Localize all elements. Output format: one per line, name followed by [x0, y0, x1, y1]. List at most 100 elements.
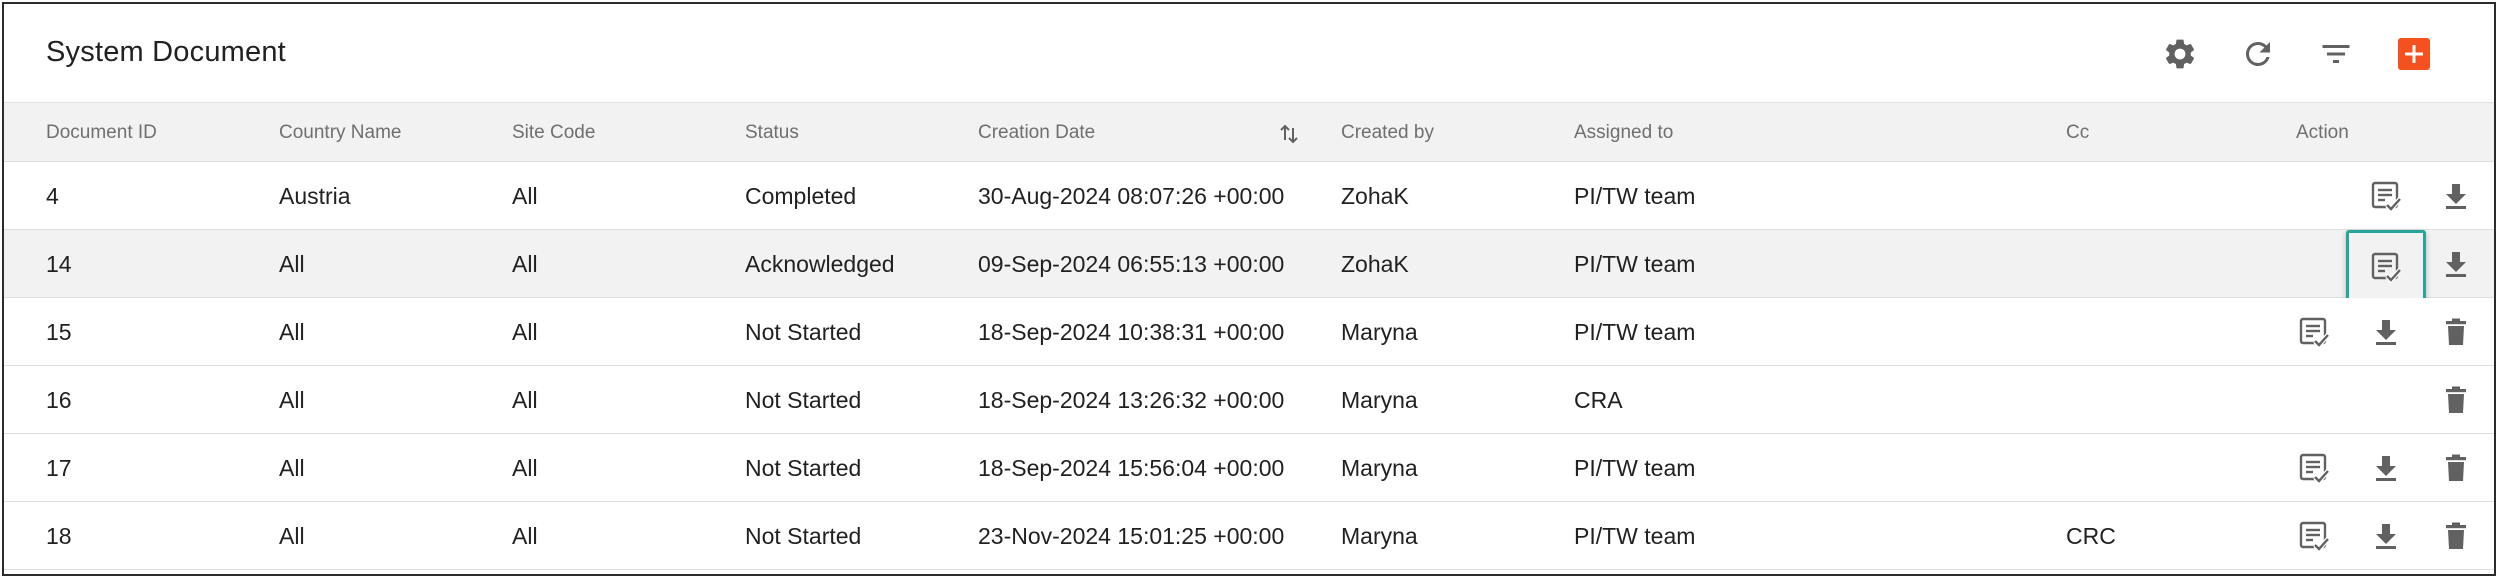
table-row[interactable]: 18 All All Not Started 23-Nov-2024 15:01…	[4, 502, 2494, 570]
download-icon	[2370, 452, 2402, 484]
cell-document-id: 14	[46, 251, 72, 277]
review-document-icon	[2370, 180, 2402, 212]
download-icon	[2440, 248, 2472, 280]
cell-site-code: All	[512, 319, 538, 345]
cell-assigned-to: PI/TW team	[1574, 319, 1696, 345]
cell-created-by: Maryna	[1341, 319, 1418, 345]
cell-cc: CRC	[2066, 523, 2116, 549]
cell-creation-date: 18-Sep-2024 15:56:04 +00:00	[978, 455, 1285, 481]
cell-document-id: 17	[46, 455, 72, 481]
cell-created-by: Maryna	[1341, 387, 1418, 413]
review-document-icon	[2370, 251, 2402, 283]
delete-button[interactable]	[2434, 378, 2478, 422]
cell-created-by: ZohaK	[1341, 251, 1409, 277]
column-header-assigned-to[interactable]: Assigned to	[1574, 103, 1673, 163]
cell-document-id: 15	[46, 319, 72, 345]
sort-icon[interactable]	[1278, 123, 1300, 145]
cell-creation-date: 18-Sep-2024 10:38:31 +00:00	[978, 319, 1285, 345]
download-button[interactable]	[2434, 242, 2478, 286]
delete-button[interactable]	[2434, 446, 2478, 490]
table-row[interactable]: 15 All All Not Started 18-Sep-2024 10:38…	[4, 298, 2494, 366]
gear-icon	[2165, 39, 2195, 69]
cell-site-code: All	[512, 251, 538, 277]
page-title: System Document	[46, 36, 286, 68]
cell-site-code: All	[512, 183, 538, 209]
column-header-action: Action	[2296, 122, 2349, 143]
delete-button[interactable]	[2434, 310, 2478, 354]
download-button[interactable]	[2364, 514, 2408, 558]
column-header-cc[interactable]: Cc	[2066, 103, 2089, 163]
cell-assigned-to: PI/TW team	[1574, 183, 1696, 209]
column-header-created-by[interactable]: Created by	[1341, 103, 1434, 163]
add-icon	[2398, 38, 2430, 70]
filter-button[interactable]	[2314, 32, 2358, 76]
review-button[interactable]	[2346, 230, 2426, 304]
review-button[interactable]	[2292, 446, 2336, 490]
refresh-icon	[2245, 41, 2270, 66]
table-header: Document ID Country Name Site Code Statu…	[4, 102, 2494, 162]
cell-country-name: All	[279, 319, 305, 345]
cell-status: Not Started	[745, 387, 862, 413]
system-document-panel: System Document Document ID Country Name…	[2, 2, 2496, 576]
table-row[interactable]: 14 All All Acknowledged 09-Sep-2024 06:5…	[4, 230, 2494, 304]
cell-assigned-to: PI/TW team	[1574, 523, 1696, 549]
cell-assigned-to: CRA	[1574, 387, 1623, 413]
cell-site-code: All	[512, 387, 538, 413]
cell-site-code: All	[512, 523, 538, 549]
cell-country-name: Austria	[279, 183, 351, 209]
cell-document-id: 18	[46, 523, 72, 549]
documents-table: Document ID Country Name Site Code Statu…	[4, 102, 2494, 570]
trash-icon	[2440, 520, 2472, 552]
review-document-icon	[2298, 520, 2330, 552]
cell-country-name: All	[279, 455, 305, 481]
cell-site-code: All	[512, 455, 538, 481]
column-header-creation-date[interactable]: Creation Date	[978, 103, 1095, 163]
column-header-status[interactable]: Status	[745, 103, 799, 163]
download-button[interactable]	[2364, 310, 2408, 354]
table-row[interactable]: 16 All All Not Started 18-Sep-2024 13:26…	[4, 366, 2494, 434]
cell-country-name: All	[279, 251, 305, 277]
cell-creation-date: 30-Aug-2024 08:07:26 +00:00	[978, 183, 1285, 209]
cell-document-id: 4	[46, 183, 59, 209]
review-button[interactable]	[2292, 514, 2336, 558]
cell-creation-date: 09-Sep-2024 06:55:13 +00:00	[978, 251, 1285, 277]
delete-button[interactable]	[2434, 514, 2478, 558]
review-document-icon	[2298, 452, 2330, 484]
column-header-site-code[interactable]: Site Code	[512, 103, 595, 163]
settings-button[interactable]	[2158, 32, 2202, 76]
column-header-document-id[interactable]: Document ID	[46, 103, 157, 163]
cell-status: Completed	[745, 183, 857, 209]
download-icon	[2370, 520, 2402, 552]
table-row[interactable]: 17 All All Not Started 18-Sep-2024 15:56…	[4, 434, 2494, 502]
cell-country-name: All	[279, 523, 305, 549]
cell-status: Not Started	[745, 523, 862, 549]
trash-icon	[2440, 384, 2472, 416]
filter-icon	[2322, 45, 2350, 63]
table-row[interactable]: 4 Austria All Completed 30-Aug-2024 08:0…	[4, 162, 2494, 230]
download-icon	[2370, 316, 2402, 348]
cell-status: Not Started	[745, 319, 862, 345]
cell-assigned-to: PI/TW team	[1574, 455, 1696, 481]
review-button[interactable]	[2292, 310, 2336, 354]
cell-created-by: ZohaK	[1341, 183, 1409, 209]
download-button[interactable]	[2364, 446, 2408, 490]
panel-header: System Document	[4, 4, 2494, 102]
add-document-button[interactable]	[2392, 32, 2436, 76]
trash-icon	[2440, 316, 2472, 348]
download-button[interactable]	[2434, 174, 2478, 218]
review-document-icon	[2298, 316, 2330, 348]
trash-icon	[2440, 452, 2472, 484]
cell-creation-date: 18-Sep-2024 13:26:32 +00:00	[978, 387, 1285, 413]
cell-document-id: 16	[46, 387, 72, 413]
cell-created-by: Maryna	[1341, 455, 1418, 481]
cell-status: Acknowledged	[745, 251, 895, 277]
column-header-country-name[interactable]: Country Name	[279, 103, 402, 163]
cell-assigned-to: PI/TW team	[1574, 251, 1696, 277]
review-button[interactable]	[2364, 174, 2408, 218]
refresh-button[interactable]	[2236, 32, 2280, 76]
cell-status: Not Started	[745, 455, 862, 481]
cell-created-by: Maryna	[1341, 523, 1418, 549]
cell-creation-date: 23-Nov-2024 15:01:25 +00:00	[978, 523, 1285, 549]
download-icon	[2440, 180, 2472, 212]
cell-country-name: All	[279, 387, 305, 413]
